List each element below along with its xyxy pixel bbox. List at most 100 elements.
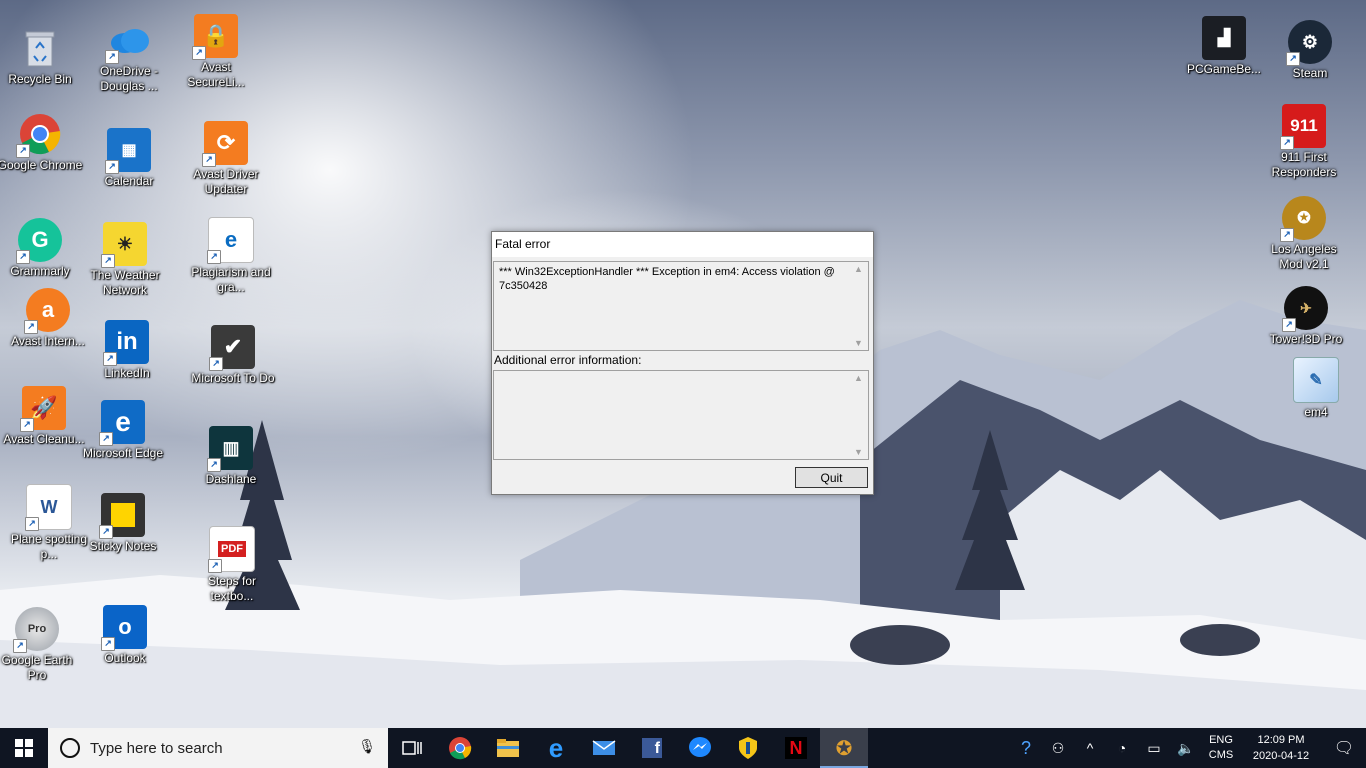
desktop-icon-label: Avast Driver Updater xyxy=(193,167,259,196)
desktop-icon-pcgamebenchmark[interactable]: ▟ PCGameBe... xyxy=(1181,16,1267,77)
desktop-icon-label: Grammarly xyxy=(10,264,70,278)
desktop-icon-label: Dashlane xyxy=(205,472,257,486)
shortcut-arrow-icon: ↗ xyxy=(20,418,34,432)
folder-icon xyxy=(497,739,519,757)
taskbar-em4[interactable]: ✪ xyxy=(820,728,868,768)
search-placeholder: Type here to search xyxy=(90,739,223,757)
onedrive-icon: ↗ xyxy=(105,18,151,64)
desktop-icon-calendar[interactable]: ▦ ↗ Calendar xyxy=(86,128,172,189)
edge-icon: e xyxy=(548,732,564,763)
em4-badge-icon: ✪ xyxy=(835,737,853,760)
show-hidden-icons-icon[interactable]: ^ xyxy=(1074,740,1106,756)
shortcut-arrow-icon: ↗ xyxy=(209,357,223,371)
desktop-icon-label: 911 First Responders xyxy=(1271,150,1337,179)
weather-network-icon: ☀ ↗ xyxy=(101,222,147,268)
calendar-icon: ▦ ↗ xyxy=(105,128,151,174)
battery-icon[interactable]: ▭ xyxy=(1138,740,1170,757)
shortcut-arrow-icon: ↗ xyxy=(207,250,221,264)
desktop-icon-recycle-bin[interactable]: Recycle Bin xyxy=(0,26,83,87)
taskbar-app-shield[interactable] xyxy=(724,728,772,768)
taskbar-messenger[interactable] xyxy=(676,728,724,768)
quit-button[interactable]: Quit xyxy=(795,467,868,488)
desktop-icon-grammarly[interactable]: G ↗ Grammarly xyxy=(0,218,83,279)
shortcut-arrow-icon: ↗ xyxy=(13,639,27,653)
language-code: ENG xyxy=(1209,734,1233,746)
taskbar-mail[interactable] xyxy=(580,728,628,768)
desktop-icon-avast-driver-updater[interactable]: ⟳ ↗ Avast Driver Updater xyxy=(183,121,269,197)
cortana-icon xyxy=(60,738,80,758)
desktop-icon-microsoft-edge[interactable]: e ↗ Microsoft Edge xyxy=(80,400,166,461)
desktop-icon-google-chrome[interactable]: ↗ Google Chrome xyxy=(0,112,83,173)
desktop-icon-onedrive[interactable]: ↗ OneDrive - Douglas ... xyxy=(86,18,172,94)
desktop-icon-dashlane[interactable]: ▥ ↗ Dashlane xyxy=(188,426,274,487)
wifi-icon[interactable]: ◔ xyxy=(1106,740,1138,756)
volume-icon[interactable]: 🔈 xyxy=(1170,740,1202,757)
chrome-icon: ↗ xyxy=(16,112,62,158)
desktop-icon-google-earth-pro[interactable]: Pro ↗ Google Earth Pro xyxy=(0,607,80,683)
scroll-up-icon[interactable]: ▲ xyxy=(854,373,863,383)
error-message-box[interactable]: *** Win32ExceptionHandler *** Exception … xyxy=(493,261,869,351)
desktop-icon-weather-network[interactable]: ☀ ↗ The Weather Network xyxy=(82,222,168,298)
desktop-icon-label: Plagiarism and gra... xyxy=(191,265,271,294)
desktop-icon-tower3d-pro[interactable]: ✈ ↗ Tower!3D Pro xyxy=(1263,286,1349,347)
tower3d-icon: ✈ ↗ xyxy=(1282,286,1328,332)
edge-icon: e ↗ xyxy=(99,400,145,446)
taskbar-facebook[interactable]: f xyxy=(628,728,676,768)
desktop-icon-outlook[interactable]: o ↗ Outlook xyxy=(82,605,168,666)
shortcut-arrow-icon: ↗ xyxy=(1286,52,1300,66)
chrome-icon xyxy=(449,737,472,760)
desktop-icon-avast-internet[interactable]: a ↗ Avast Intern... xyxy=(5,288,91,349)
mail-icon xyxy=(592,740,616,755)
grammarly-icon: G ↗ xyxy=(16,218,62,264)
scroll-down-icon[interactable]: ▼ xyxy=(854,338,863,348)
desktop-icon-plagiarism[interactable]: e ↗ Plagiarism and gra... xyxy=(188,217,274,295)
error-message-scrollbar[interactable]: ▲ ▼ xyxy=(851,262,868,350)
clock[interactable]: 12:09 PM 2020-04-12 xyxy=(1240,732,1322,764)
taskbar: Type here to search 🎙 e f N ✪ ? ⚇ ^ ◔ ▭ … xyxy=(0,728,1366,768)
desktop-icon-label: Calendar xyxy=(104,174,154,188)
desktop-icon-microsoft-todo[interactable]: ✔ ↗ Microsoft To Do xyxy=(190,325,276,386)
steam-icon: ⚙ ↗ xyxy=(1286,20,1332,66)
taskbar-search-box[interactable]: Type here to search 🎙 xyxy=(48,728,388,768)
desktop-icon-label: em4 xyxy=(1304,405,1328,419)
start-button[interactable] xyxy=(0,728,48,768)
help-icon[interactable]: ? xyxy=(1010,738,1042,759)
fire-department-badge-icon: ✪ ↗ xyxy=(1280,196,1326,242)
avast-cleanup-icon: 🚀 ↗ xyxy=(20,386,66,432)
additional-info-box[interactable]: ▲ ▼ xyxy=(493,370,869,460)
shortcut-arrow-icon: ↗ xyxy=(99,525,113,539)
desktop-icon-linkedin[interactable]: in ↗ LinkedIn xyxy=(84,320,170,381)
shortcut-arrow-icon: ↗ xyxy=(208,559,222,573)
desktop-icon-label: Google Chrome xyxy=(0,158,83,172)
desktop-icon-em4[interactable]: ✎ em4 xyxy=(1273,357,1359,420)
clock-time: 12:09 PM xyxy=(1257,734,1305,746)
pdf-icon: PDF ↗ xyxy=(208,526,255,573)
desktop-icon-steps-for-textbook[interactable]: PDF ↗ Steps for textbo... xyxy=(189,526,275,604)
taskbar-file-explorer[interactable] xyxy=(484,728,532,768)
desktop-icon-911-first-responders[interactable]: 911 ↗ 911 First Responders xyxy=(1261,104,1347,180)
desktop-icon-steam[interactable]: ⚙ ↗ Steam xyxy=(1267,20,1353,81)
desktop-icon-los-angeles-mod[interactable]: ✪ ↗ Los Angeles Mod v2.1 xyxy=(1261,196,1347,272)
desktop-icon-avast-secureline[interactable]: 🔒 ↗ Avast SecureLi... xyxy=(173,14,259,90)
avast-driver-updater-icon: ⟳ ↗ xyxy=(202,121,248,167)
taskbar-netflix[interactable]: N xyxy=(772,728,820,768)
keyboard-layout: CMS xyxy=(1208,749,1234,761)
desktop-icon-label: Microsoft Edge xyxy=(82,446,164,460)
desktop-icon-sticky-notes[interactable]: ↗ Sticky Notes xyxy=(80,493,166,554)
scroll-up-icon[interactable]: ▲ xyxy=(854,264,863,274)
microphone-icon[interactable]: 🎙 xyxy=(358,738,376,755)
language-indicator[interactable]: ENG CMS xyxy=(1202,733,1240,763)
people-icon[interactable]: ⚇ xyxy=(1042,740,1074,757)
taskbar-chrome[interactable] xyxy=(436,728,484,768)
shortcut-arrow-icon: ↗ xyxy=(207,458,221,472)
scroll-down-icon[interactable]: ▼ xyxy=(854,447,863,457)
additional-info-scrollbar[interactable]: ▲ ▼ xyxy=(851,371,868,459)
desktop-icon-label: PCGameBe... xyxy=(1186,62,1262,76)
avast-icon: a ↗ xyxy=(24,288,70,334)
desktop-icon-avast-cleanup[interactable]: 🚀 ↗ Avast Cleanu... xyxy=(1,386,87,447)
shortcut-arrow-icon: ↗ xyxy=(101,637,115,651)
taskbar-edge[interactable]: e xyxy=(532,728,580,768)
text-file-icon: ✎ xyxy=(1293,357,1339,403)
notification-center-icon[interactable]: 🗨 xyxy=(1322,738,1366,758)
task-view-button[interactable] xyxy=(388,728,436,768)
